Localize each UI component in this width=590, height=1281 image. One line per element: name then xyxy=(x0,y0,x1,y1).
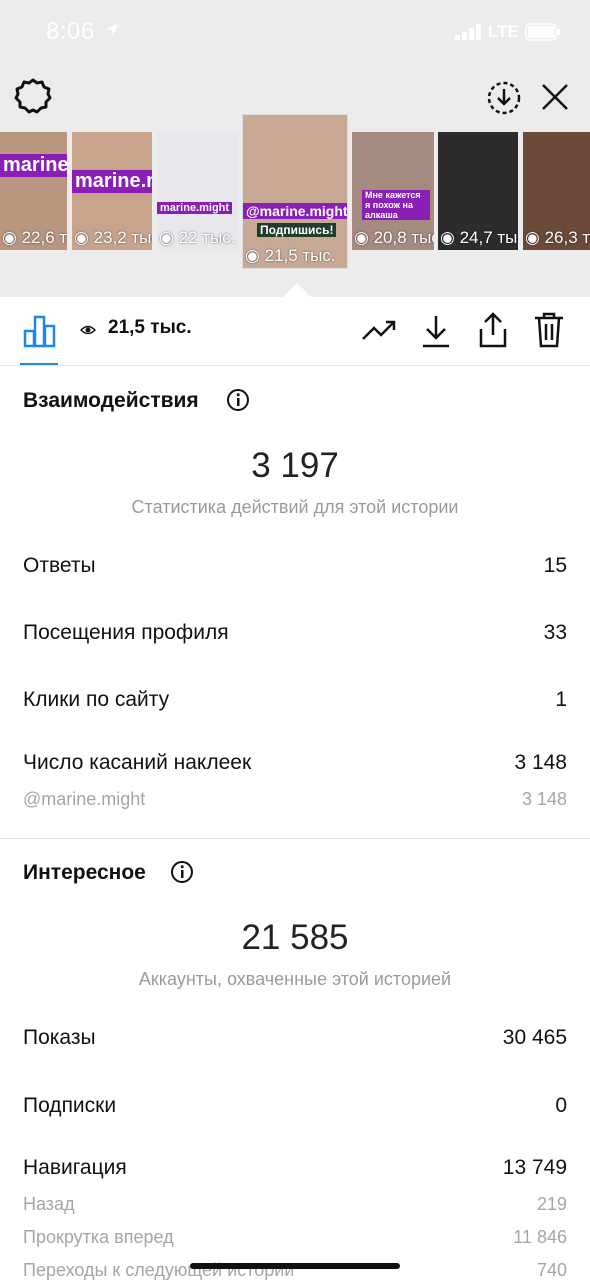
stat-row-label: Навигация xyxy=(23,1156,127,1179)
stat-subrow-label: Назад xyxy=(23,1194,75,1214)
thumbnail-banner: marine.might xyxy=(0,154,67,177)
thumbnail-banner: marine.might xyxy=(157,202,233,214)
stat-subrow-label: @marine.might xyxy=(23,789,146,809)
trash-icon[interactable] xyxy=(533,311,565,349)
eye-icon: ◉ xyxy=(525,228,540,247)
bar-chart-icon[interactable] xyxy=(22,313,58,349)
stat-row-value: 3 148 xyxy=(514,751,567,774)
eye-icon: ◉ xyxy=(245,246,260,265)
thumbnail-views: ◉ 21,5 тыс. xyxy=(245,246,336,265)
story-thumbnail[interactable]: marine.mig ◉ 23,2 тыс. xyxy=(72,132,152,250)
discovery-caption: Аккаунты, охваченные этой историей xyxy=(138,969,452,989)
active-tab-indicator xyxy=(20,363,58,365)
stat-row-label: Показы xyxy=(23,1026,96,1049)
story-thumbnail-selected[interactable]: @marine.might Подпишись! ◉ 21,5 тыс. xyxy=(243,115,347,268)
stat-row-value: 0 xyxy=(555,1094,567,1117)
eye-icon: ◉ xyxy=(2,228,17,247)
subscribe-sticker: Подпишись! xyxy=(257,223,337,237)
eye-icon: ◉ xyxy=(440,228,455,247)
thumbnail-views: ◉ 22 тыс. xyxy=(159,228,236,247)
discovery-total: 21 585 xyxy=(241,918,349,957)
eye-icon: ◉ xyxy=(74,228,89,247)
story-thumbnail[interactable]: marine.might ◉ 22,6 тыс. xyxy=(0,132,67,250)
stat-row-label: Число касаний наклеек xyxy=(23,751,252,774)
stat-row-label: Подписки xyxy=(23,1094,117,1117)
download-circle-icon[interactable] xyxy=(486,80,522,116)
status-time: 8:06 xyxy=(46,18,95,45)
settings-icon[interactable] xyxy=(14,77,52,115)
network-label: LTE xyxy=(488,22,519,41)
thumbnail-banner: marine.mig xyxy=(72,170,152,193)
stat-subrow-label: Прокрутка вперед xyxy=(23,1227,174,1247)
stat-subrow-value: 219 xyxy=(536,1194,567,1214)
thumbnail-views: ◉ 20,8 тыс. xyxy=(354,228,434,247)
story-carousel-area: 8:06 LTE marine.might ◉ 22,6 тыс. marine… xyxy=(0,0,590,297)
battery-icon xyxy=(525,23,560,41)
signal-icon xyxy=(455,24,481,40)
stat-row-value: 33 xyxy=(543,621,567,644)
info-icon[interactable] xyxy=(226,388,250,412)
story-thumbnail[interactable]: ◉ 24,7 тыс. xyxy=(438,132,518,250)
eye-icon: ◉ xyxy=(159,228,174,247)
story-thumbnail[interactable]: marine.might ◉ 22 тыс. xyxy=(157,132,239,250)
selected-story-pointer xyxy=(283,283,311,297)
thumbnail-views: ◉ 22,6 тыс. xyxy=(2,228,67,247)
home-indicator[interactable] xyxy=(190,1263,400,1269)
section-divider xyxy=(0,838,590,839)
stat-subrow-value: 11 846 xyxy=(513,1227,567,1247)
thumbnail-views: ◉ 24,7 тыс. xyxy=(440,228,518,247)
stat-row-label: Клики по сайту xyxy=(23,688,170,711)
share-icon[interactable] xyxy=(477,311,509,349)
eye-icon xyxy=(80,325,96,335)
stat-row-value: 13 749 xyxy=(502,1156,567,1179)
story-thumbnail[interactable]: Мне кажется я похож на алкаша ◉ 20,8 тыс… xyxy=(352,132,434,250)
info-icon[interactable] xyxy=(170,860,194,884)
stat-row-value: 30 465 xyxy=(502,1026,567,1049)
stat-row-value: 1 xyxy=(555,688,567,711)
thumbnail-banner: @marine.might xyxy=(243,203,347,219)
thumbnail-views: ◉ 23,2 тыс. xyxy=(74,228,152,247)
download-icon[interactable] xyxy=(420,313,452,349)
story-thumbnail[interactable]: ◉ 26,3 тыс. xyxy=(523,132,590,250)
discovery-title: Интересное xyxy=(23,861,146,884)
interactions-total: 3 197 xyxy=(251,446,339,485)
interactions-caption: Статистика действий для этой истории xyxy=(131,497,459,517)
stat-row-value: 15 xyxy=(543,554,567,577)
story-toolbar: 21,5 тыс. xyxy=(0,297,590,366)
stat-subrow-value: 3 148 xyxy=(521,789,567,809)
stat-row-label: Посещения профиля xyxy=(23,621,229,644)
close-icon[interactable] xyxy=(540,82,570,112)
location-arrow-icon xyxy=(106,24,118,36)
eye-icon: ◉ xyxy=(354,228,369,247)
thumbnail-views: ◉ 26,3 тыс. xyxy=(525,228,590,247)
interactions-title: Взаимодействия xyxy=(23,389,199,412)
views-count: 21,5 тыс. xyxy=(108,317,192,338)
stat-row-label: Ответы xyxy=(23,554,96,577)
stat-subrow-value: 740 xyxy=(536,1260,567,1280)
status-bar: 8:06 LTE xyxy=(0,0,590,66)
trend-icon[interactable] xyxy=(360,315,398,345)
thumbnail-banner: Мне кажется я похож на алкаша xyxy=(362,190,430,220)
